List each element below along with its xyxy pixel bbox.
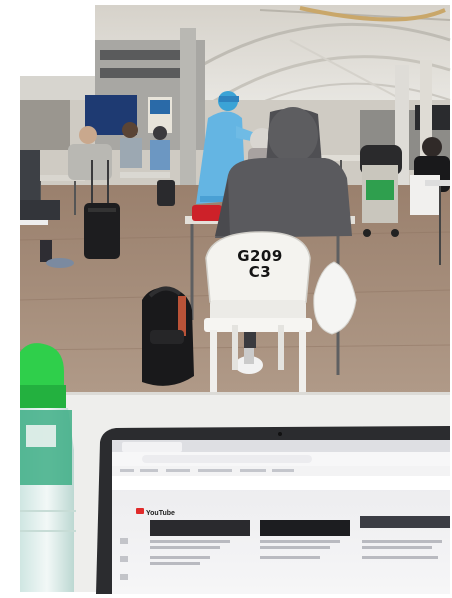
chair-seat-label: C3 (248, 263, 272, 281)
youtube-site-name: YouTube (146, 510, 175, 517)
chair-row-label: G209 (237, 247, 283, 265)
red-box (192, 205, 222, 221)
black-backpack (142, 286, 194, 386)
youtube-logo-icon (136, 508, 144, 514)
airport-waiting-area-photo (0, 0, 452, 598)
